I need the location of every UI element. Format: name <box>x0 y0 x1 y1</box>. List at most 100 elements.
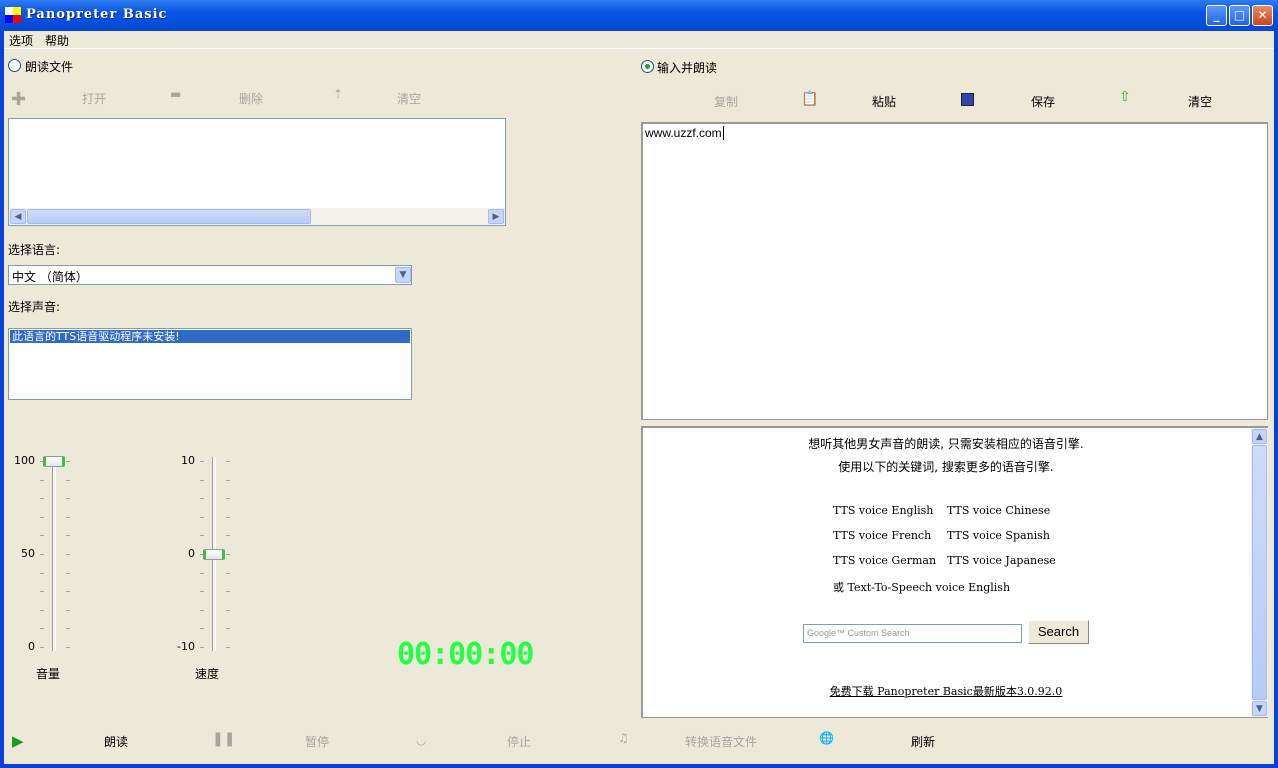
chevron-down-icon[interactable]: ▼ <box>395 267 411 283</box>
keyword-link[interactable]: 或 Text-To-Speech voice English <box>833 579 1010 595</box>
close-button[interactable]: ✕ <box>1252 5 1273 26</box>
timer-display: 00:00:00 <box>397 637 534 672</box>
keyword-link[interactable]: TTS voice Japanese <box>947 554 1056 567</box>
copy-button[interactable]: 复制 <box>714 93 738 110</box>
slider-thumb[interactable] <box>43 456 65 467</box>
remove-icon[interactable]: ▬ <box>170 87 181 101</box>
language-select[interactable]: 中文 （简体） ▼ <box>8 265 412 285</box>
file-list[interactable]: ◀ ▶ <box>8 118 506 226</box>
read-file-radio[interactable] <box>8 59 21 72</box>
paste-button[interactable]: 粘贴 <box>872 93 896 110</box>
tick-mark <box>40 516 44 518</box>
tick-mark <box>40 572 44 574</box>
voice-label: 选择声音: <box>8 300 61 314</box>
tick-mark <box>226 591 230 593</box>
refresh-globe-icon[interactable]: 🌐 <box>819 731 834 745</box>
minimize-button[interactable]: _ <box>1206 5 1227 26</box>
scroll-thumb[interactable] <box>27 209 311 224</box>
maximize-button[interactable]: □ <box>1229 5 1250 26</box>
pause-icon[interactable]: ❚❚ <box>212 731 235 747</box>
scroll-up-button[interactable]: ▲ <box>1252 429 1267 444</box>
read-file-label: 朗读文件 <box>25 60 74 74</box>
info-line1: 想听其他男女声音的朗读, 只需安装相应的语音引擎. <box>808 437 1084 451</box>
speed-slider[interactable]: 10 0 -10 <box>164 451 254 691</box>
tick-mark <box>66 479 70 481</box>
add-icon[interactable]: ✚ <box>11 89 26 110</box>
tick-mark <box>66 461 70 462</box>
tick-mark <box>66 535 70 537</box>
volume-label: 音量 <box>36 667 61 681</box>
tick-mark <box>200 516 204 518</box>
tick-label: 100 <box>14 454 35 467</box>
scroll-down-button[interactable]: ▼ <box>1252 701 1267 716</box>
language-value: 中文 （简体） <box>12 270 88 284</box>
tick-mark <box>200 572 204 574</box>
input-read-label: 输入并朗读 <box>657 61 718 75</box>
clear-list-button[interactable]: 清空 <box>397 90 421 107</box>
menu-help[interactable]: 帮助 <box>45 32 69 49</box>
scroll-right-button[interactable]: ▶ <box>488 209 504 224</box>
slider-track <box>52 457 56 651</box>
save-button[interactable]: 保存 <box>1031 93 1055 110</box>
tick-mark <box>226 628 230 630</box>
input-read-radio[interactable] <box>641 60 654 73</box>
tick-mark <box>40 647 44 648</box>
download-link[interactable]: 免费下载 Panopreter Basic最新版本3.0.92.0 <box>643 683 1249 699</box>
stop-icon[interactable]: ◡ <box>416 733 426 747</box>
app-logo-icon <box>5 7 21 23</box>
tick-mark <box>226 535 230 537</box>
tick-mark <box>200 591 204 593</box>
keyword-link[interactable]: TTS voice Spanish <box>947 529 1050 542</box>
text-content: www.uzzf.com <box>645 126 724 140</box>
delete-button[interactable]: 删除 <box>239 90 263 107</box>
clear-text-icon[interactable]: ⇧ <box>1119 89 1131 105</box>
tick-mark <box>226 572 230 574</box>
scroll-thumb[interactable] <box>1252 445 1267 700</box>
title-bar: Panopreter Basic _ □ ✕ <box>0 0 1278 31</box>
tick-mark <box>200 479 204 481</box>
keyword-link[interactable]: TTS voice Chinese <box>947 504 1050 517</box>
info-line2: 使用以下的关键词, 搜索更多的语音引擎. <box>838 460 1054 474</box>
tick-mark <box>200 628 204 630</box>
refresh-button[interactable]: 刷新 <box>911 733 935 750</box>
window-title: Panopreter Basic <box>26 7 168 22</box>
voice-list[interactable]: 此语言的TTS语音驱动程序未安装! <box>8 328 412 400</box>
open-button[interactable]: 打开 <box>82 90 106 107</box>
save-icon[interactable] <box>961 93 974 106</box>
google-search-input[interactable]: Google™ Custom Search <box>803 624 1022 643</box>
tick-mark <box>66 516 70 518</box>
clear-list-icon[interactable]: ⇡ <box>333 87 343 101</box>
play-icon[interactable]: ▶ <box>12 732 24 750</box>
menu-options[interactable]: 选项 <box>9 32 33 49</box>
tick-label: 10 <box>181 454 195 467</box>
tick-mark <box>226 609 230 611</box>
search-button[interactable]: Search <box>1028 620 1089 644</box>
slider-thumb[interactable] <box>203 549 225 560</box>
keyword-link[interactable]: TTS voice German <box>833 554 936 567</box>
pause-button[interactable]: 暂停 <box>305 733 329 750</box>
keyword-link[interactable]: TTS voice French <box>833 529 931 542</box>
vertical-scrollbar[interactable]: ▲ ▼ <box>1251 428 1268 717</box>
tick-label: 0 <box>28 640 35 653</box>
convert-icon[interactable]: ♫ <box>618 731 629 745</box>
tick-mark <box>66 498 70 500</box>
tick-mark <box>40 479 44 481</box>
clear-text-button[interactable]: 清空 <box>1188 93 1212 110</box>
keyword-link[interactable]: TTS voice English <box>833 504 933 517</box>
scroll-left-button[interactable]: ◀ <box>10 209 26 224</box>
voice-list-item[interactable]: 此语言的TTS语音驱动程序未安装! <box>10 330 410 343</box>
tick-mark <box>200 461 204 462</box>
tick-mark <box>40 535 44 537</box>
convert-button[interactable]: 转换语音文件 <box>685 733 757 750</box>
tick-mark <box>226 554 230 555</box>
tick-label: 0 <box>188 547 195 560</box>
horizontal-scrollbar[interactable]: ◀ ▶ <box>9 208 505 225</box>
tick-mark <box>226 516 230 518</box>
stop-button[interactable]: 停止 <box>507 733 531 750</box>
tick-mark <box>66 628 70 630</box>
paste-icon[interactable]: 📋 <box>801 91 818 107</box>
text-input-area[interactable]: www.uzzf.com <box>641 122 1268 420</box>
read-button[interactable]: 朗读 <box>104 733 128 750</box>
tick-mark <box>66 591 70 593</box>
volume-slider[interactable]: 100 50 0 <box>4 451 94 691</box>
